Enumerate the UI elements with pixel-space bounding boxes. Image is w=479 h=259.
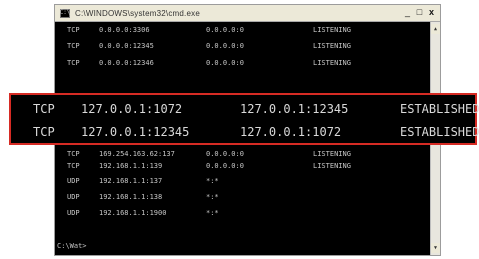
local-address-cell: 192.168.1.1:1900 (99, 209, 167, 217)
netstat-row: TCP 0.0.0.0:12345 0.0.0.0:0 LISTENING (55, 42, 430, 54)
protocol-cell: TCP (33, 125, 55, 139)
foreign-address-cell: *:* (206, 193, 219, 201)
maximize-button[interactable]: □ (414, 7, 425, 18)
state-cell: ESTABLISHED (400, 102, 479, 116)
cmd-app-icon: C:\ (59, 8, 71, 18)
command-prompt[interactable]: C:\Wat> (57, 242, 87, 250)
highlighted-connections-box: TCP 127.0.0.1:1072 127.0.0.1:12345 ESTAB… (9, 93, 479, 145)
state-cell: LISTENING (313, 42, 351, 50)
protocol-cell: UDP (67, 193, 80, 201)
netstat-row: UDP 192.168.1.1:137 *:* (55, 177, 430, 189)
foreign-address-cell: 127.0.0.1:12345 (240, 102, 349, 116)
protocol-cell: TCP (67, 150, 80, 158)
state-cell: LISTENING (313, 59, 351, 67)
protocol-cell: TCP (67, 59, 80, 67)
foreign-address-cell: 0.0.0.0:0 (206, 26, 244, 34)
state-cell: ESTABLISHED (400, 125, 479, 139)
foreign-address-cell: *:* (206, 209, 219, 217)
scroll-up-arrow-icon[interactable]: ▲ (431, 24, 440, 34)
foreign-address-cell: 127.0.0.1:1072 (240, 125, 342, 139)
netstat-row: UDP 192.168.1.1:138 *:* (55, 193, 430, 205)
protocol-cell: TCP (67, 26, 80, 34)
state-cell: LISTENING (313, 26, 351, 34)
close-button[interactable]: x (426, 7, 437, 18)
state-cell: LISTENING (313, 150, 351, 158)
established-connection-row: TCP 127.0.0.1:1072 127.0.0.1:12345 ESTAB… (11, 99, 479, 119)
netstat-row: TCP 192.168.1.1:139 0.0.0.0:0 LISTENING (55, 162, 430, 174)
foreign-address-cell: *:* (206, 177, 219, 185)
window-title: C:\WINDOWS\system32\cmd.exe (75, 8, 200, 18)
title-bar[interactable]: C:\ C:\WINDOWS\system32\cmd.exe _ □ x (55, 5, 440, 22)
foreign-address-cell: 0.0.0.0:0 (206, 150, 244, 158)
protocol-cell: TCP (33, 102, 55, 116)
local-address-cell: 192.168.1.1:137 (99, 177, 163, 185)
local-address-cell: 192.168.1.1:139 (99, 162, 163, 170)
foreign-address-cell: 0.0.0.0:0 (206, 59, 244, 67)
foreign-address-cell: 0.0.0.0:0 (206, 162, 244, 170)
netstat-row: TCP 0.0.0.0:12346 0.0.0.0:0 LISTENING (55, 59, 430, 71)
local-address-cell: 0.0.0.0:12346 (99, 59, 154, 67)
netstat-row: UDP 192.168.1.1:1900 *:* (55, 209, 430, 221)
local-address-cell: 169.254.163.62:137 (99, 150, 175, 158)
protocol-cell: UDP (67, 209, 80, 217)
protocol-cell: TCP (67, 42, 80, 50)
local-address-cell: 192.168.1.1:138 (99, 193, 163, 201)
local-address-cell: 0.0.0.0:3306 (99, 26, 150, 34)
netstat-row: TCP 0.0.0.0:3306 0.0.0.0:0 LISTENING (55, 26, 430, 38)
protocol-cell: UDP (67, 177, 80, 185)
window-controls: _ □ x (402, 7, 437, 18)
foreign-address-cell: 0.0.0.0:0 (206, 42, 244, 50)
state-cell: LISTENING (313, 162, 351, 170)
local-address-cell: 127.0.0.1:12345 (81, 125, 190, 139)
protocol-cell: TCP (67, 162, 80, 170)
established-connection-row: TCP 127.0.0.1:12345 127.0.0.1:1072 ESTAB… (11, 122, 479, 142)
minimize-button[interactable]: _ (402, 7, 413, 18)
netstat-row: TCP 169.254.163.62:137 0.0.0.0:0 LISTENI… (55, 150, 430, 162)
local-address-cell: 0.0.0.0:12345 (99, 42, 154, 50)
scroll-down-arrow-icon[interactable]: ▼ (431, 243, 440, 253)
local-address-cell: 127.0.0.1:1072 (81, 102, 183, 116)
